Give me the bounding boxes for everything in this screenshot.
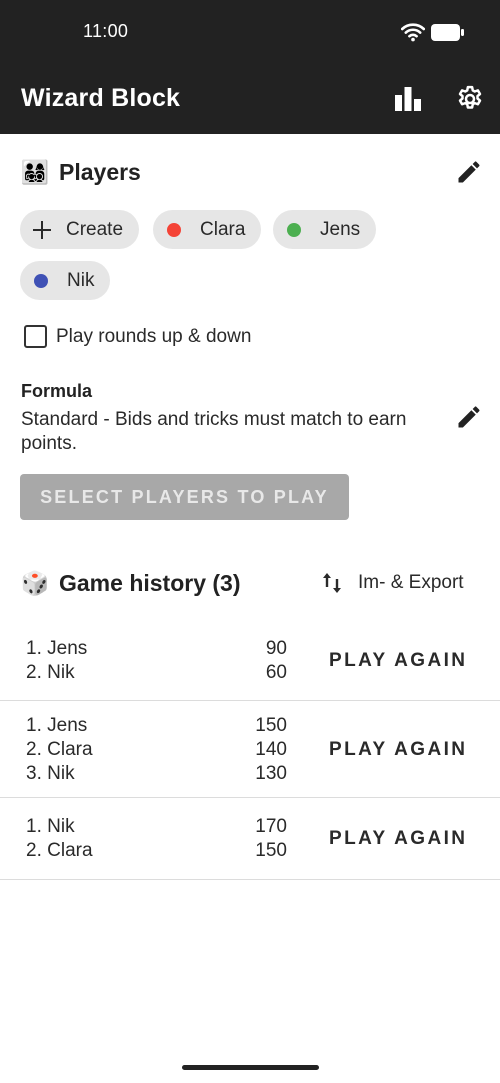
player-chip-nik[interactable]: Nik: [20, 261, 111, 300]
create-player-chip[interactable]: Create: [20, 210, 140, 249]
formula-description: Standard - Bids and tricks must match to…: [21, 409, 407, 454]
rounds-checkbox[interactable]: [24, 325, 47, 348]
history-title: Game history (3): [59, 570, 241, 596]
edit-formula-icon[interactable]: [455, 403, 483, 431]
game-player-score: 150: [255, 715, 287, 736]
game-player-score: 90: [265, 638, 287, 659]
battery-icon: [431, 24, 464, 41]
status-time: 11:00: [83, 21, 129, 41]
player-name: Clara: [200, 218, 246, 240]
rounds-label: Play rounds up & down: [56, 325, 252, 347]
game-player-name: 2. Nik: [26, 662, 75, 683]
home-indicator[interactable]: [182, 1065, 319, 1070]
game-player-score: 130: [255, 763, 287, 784]
game-player-name: 1. Jens: [26, 638, 88, 659]
formula-label: Formula: [21, 381, 93, 401]
game-history-row: 1. Nik 2. Clara 170 150 PLAY AGAIN: [0, 798, 500, 880]
player-name: Jens: [320, 218, 361, 240]
swap-vertical-icon: [323, 573, 341, 593]
status-bar: 11:00: [0, 0, 500, 64]
rounds-up-down-toggle[interactable]: Play rounds up & down: [24, 325, 251, 348]
game-history-row: 1. Jens 2. Clara 3. Nik 150 140 130 PLAY…: [0, 701, 500, 798]
wifi-icon: [401, 23, 425, 42]
game-player-name: 1. Nik: [26, 816, 75, 837]
game-history-row: 1. Jens 2. Nik 90 60 PLAY AGAIN: [0, 620, 500, 701]
game-player-score: 60: [265, 662, 287, 683]
import-export-label: Im- & Export: [358, 572, 464, 593]
player-color-dot: [167, 222, 181, 237]
dice-icon: 🎲: [20, 570, 50, 596]
statistics-icon[interactable]: [393, 85, 423, 113]
player-chip-jens[interactable]: Jens: [273, 210, 377, 249]
history-heading: 🎲 Game history (3): [21, 570, 241, 597]
gear-icon[interactable]: [455, 84, 485, 114]
game-player-name: 1. Jens: [26, 715, 88, 736]
plus-icon: [32, 220, 52, 240]
import-export-button[interactable]: Im- & Export: [322, 571, 464, 595]
game-player-name: 2. Clara: [26, 739, 93, 760]
family-icon: 👨‍👩‍👧‍👦: [20, 159, 50, 185]
players-heading: 👨‍👩‍👧‍👦 Players: [21, 159, 141, 186]
game-player-name: 3. Nik: [26, 763, 75, 784]
game-player-name: 2. Clara: [26, 840, 93, 861]
game-player-score: 170: [255, 816, 287, 837]
play-again-button[interactable]: PLAY AGAIN: [329, 650, 467, 672]
player-chip-clara[interactable]: Clara: [153, 210, 262, 249]
play-again-button[interactable]: PLAY AGAIN: [329, 828, 467, 850]
app-bar: Wizard Block: [0, 64, 500, 134]
player-color-dot: [287, 222, 301, 237]
create-player-label: Create: [66, 218, 124, 240]
edit-players-icon[interactable]: [455, 158, 483, 186]
play-again-button[interactable]: PLAY AGAIN: [329, 739, 467, 761]
player-name: Nik: [67, 269, 95, 291]
game-player-score: 150: [255, 840, 287, 861]
app-title: Wizard Block: [21, 84, 181, 112]
game-player-score: 140: [255, 739, 287, 760]
select-players-button[interactable]: SELECT PLAYERS TO PLAY: [20, 474, 349, 520]
players-title: Players: [59, 159, 141, 185]
player-color-dot: [34, 273, 48, 288]
